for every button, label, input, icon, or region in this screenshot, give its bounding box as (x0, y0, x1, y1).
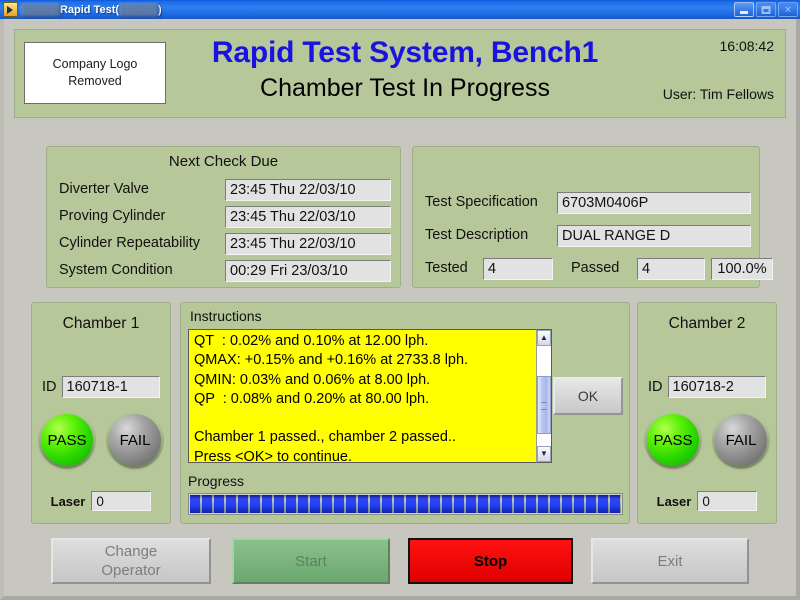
tested-label: Tested (425, 260, 468, 276)
chamber-1-pass-label: PASS (47, 431, 87, 449)
progress-bar (188, 493, 623, 515)
chamber-1-pass-led: PASS (41, 414, 93, 466)
test-description-label: Test Description (425, 227, 529, 243)
page-subtitle: Chamber Test In Progress (260, 74, 550, 102)
passed-label: Passed (571, 260, 620, 276)
check-label-diverter-valve: Diverter Valve (59, 181, 149, 197)
test-description-row: Test Description DUAL RANGE D (425, 225, 751, 248)
chamber-2-pass-well: PASS (644, 411, 702, 469)
chamber-2-fail-led: FAIL (715, 414, 767, 466)
chamber-1-id-value[interactable]: 160718-1 (61, 376, 160, 398)
chamber-2-id-label: ID (648, 379, 663, 395)
chamber-2-fail-label: FAIL (725, 431, 757, 449)
window-title: █████ Rapid Test ( █████ ) (21, 4, 162, 16)
chamber-2-indicators: PASS FAIL (638, 411, 776, 469)
check-value-proving-cylinder: 23:45 Thu 22/03/10 (225, 206, 391, 228)
change-operator-line-2: Operator (101, 562, 161, 579)
chamber-2-title: Chamber 2 (668, 315, 746, 332)
test-information-panel: Test Specification 6703M0406P Test Descr… (412, 146, 773, 288)
check-value-system-condition: 00:29 Fri 23/03/10 (225, 260, 391, 282)
window-title-text: Rapid Test (59, 3, 116, 16)
instructions-panel: Instructions QT : 0.02% and 0.10% at 12.… (180, 302, 630, 524)
instructions-scrollbar[interactable]: ▲ ▼ (536, 329, 552, 463)
passed-value: 4 (637, 258, 705, 280)
check-row-proving-cylinder: Proving Cylinder 23:45 Thu 22/03/10 (59, 206, 391, 229)
chamber-1-fail-well: FAIL (106, 411, 164, 469)
check-label-cylinder-repeatability: Cylinder Repeatability (59, 235, 201, 251)
chamber-1-laser-value: 0 (91, 491, 152, 511)
chamber-1-id-row: ID 160718-1 (42, 376, 160, 398)
action-button-bar: Change Operator Start Stop Exit (4, 535, 800, 589)
chamber-2-pass-label: PASS (653, 431, 693, 449)
chamber-1-indicators: PASS FAIL (32, 411, 170, 469)
chamber-2-panel: Chamber 2 ID 160718-2 PASS FAIL Laser 0 (637, 302, 777, 524)
chamber-1-fail-label: FAIL (119, 431, 151, 449)
maximize-icon[interactable] (756, 2, 776, 17)
start-button[interactable]: Start (232, 538, 390, 584)
check-row-cylinder-repeatability: Cylinder Repeatability 23:45 Thu 22/03/1… (59, 233, 391, 256)
chamber-2-laser-label: Laser (656, 493, 692, 509)
chamber-1-title: Chamber 1 (62, 315, 140, 332)
clock-readout: 16:08:42 (719, 38, 775, 54)
test-counts-row: Tested 4 Passed 4 100.0% (425, 258, 773, 281)
test-description-value: DUAL RANGE D (557, 225, 751, 247)
check-label-system-condition: System Condition (59, 262, 173, 278)
test-specification-value: 6703M0406P (557, 192, 751, 214)
ok-button[interactable]: OK (553, 377, 623, 415)
instructions-label: Instructions (190, 308, 262, 324)
check-row-system-condition: System Condition 00:29 Fri 23/03/10 (59, 260, 391, 283)
instructions-textbox[interactable]: QT : 0.02% and 0.10% at 12.00 lph. QMAX:… (188, 329, 536, 463)
close-icon[interactable]: ✕ (778, 2, 798, 17)
application-window: █████ Rapid Test ( █████ ) ✕ Company Log… (0, 0, 800, 600)
current-user-label: User: Tim Fellows (662, 86, 774, 102)
window-title-redacted-suffix: █████ (119, 3, 159, 16)
test-specification-row: Test Specification 6703M0406P (425, 192, 751, 215)
change-operator-line-1: Change (104, 543, 158, 560)
window-controls: ✕ (734, 2, 798, 17)
check-value-diverter-valve: 23:45 Thu 22/03/10 (225, 179, 391, 201)
scroll-down-icon[interactable]: ▼ (537, 446, 551, 462)
window-titlebar: █████ Rapid Test ( █████ ) ✕ (0, 0, 800, 19)
page-title: Rapid Test System, Bench1 (211, 36, 599, 69)
chamber-1-laser-label: Laser (50, 493, 86, 509)
test-specification-label: Test Specification (425, 194, 538, 210)
check-row-diverter-valve: Diverter Valve 23:45 Thu 22/03/10 (59, 179, 391, 202)
chamber-2-laser-value: 0 (697, 491, 758, 511)
chamber-1-fail-led: FAIL (109, 414, 161, 466)
instructions-text: QT : 0.02% and 0.10% at 12.00 lph. QMAX:… (194, 333, 469, 463)
logo-line-1: Company Logo (52, 57, 138, 72)
check-value-cylinder-repeatability: 23:45 Thu 22/03/10 (225, 233, 391, 255)
header-band: Company Logo Removed Rapid Test System, … (14, 29, 786, 118)
window-body: Company Logo Removed Rapid Test System, … (0, 19, 800, 600)
scrollbar-thumb[interactable] (537, 376, 551, 434)
tested-value: 4 (483, 258, 553, 280)
chamber-1-panel: Chamber 1 ID 160718-1 PASS FAIL Laser 0 (31, 302, 171, 524)
chamber-1-pass-well: PASS (38, 411, 96, 469)
app-icon (3, 2, 18, 17)
chamber-1-laser-row: Laser 0 (32, 491, 170, 511)
logo-line-2: Removed (68, 74, 122, 88)
chamber-2-fail-well: FAIL (712, 411, 770, 469)
scrollbar-track[interactable] (537, 346, 551, 446)
chamber-1-id-label: ID (42, 379, 57, 395)
next-check-due-heading: Next Check Due (168, 153, 279, 170)
chamber-2-laser-row: Laser 0 (638, 491, 776, 511)
company-logo-placeholder: Company Logo Removed (24, 42, 166, 104)
chamber-2-id-row: ID 160718-2 (648, 376, 766, 398)
check-label-proving-cylinder: Proving Cylinder (59, 208, 166, 224)
pass-percentage-value: 100.0% (711, 258, 773, 280)
window-title-redacted-prefix: █████ (21, 3, 60, 16)
minimize-icon[interactable] (734, 2, 754, 17)
change-operator-button[interactable]: Change Operator (51, 538, 211, 584)
chamber-2-pass-led: PASS (647, 414, 699, 466)
scroll-up-icon[interactable]: ▲ (537, 330, 551, 346)
exit-button[interactable]: Exit (591, 538, 749, 584)
window-title-paren-close: ) (158, 3, 162, 16)
progress-bar-fill (190, 495, 621, 513)
progress-label: Progress (188, 473, 245, 489)
next-check-due-panel: Next Check Due Diverter Valve 23:45 Thu … (46, 146, 401, 288)
chamber-2-id-value[interactable]: 160718-2 (667, 376, 766, 398)
stop-button[interactable]: Stop (408, 538, 573, 584)
